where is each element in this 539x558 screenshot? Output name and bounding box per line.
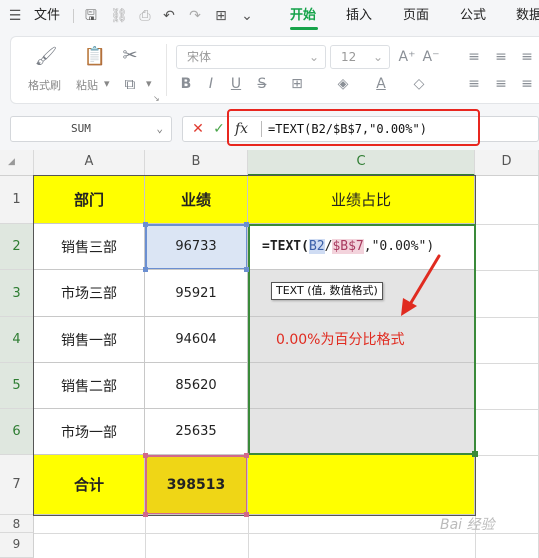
cut-icon[interactable]: ✂ (118, 45, 142, 67)
menu-hamburger-icon[interactable]: ☰ (6, 0, 24, 32)
borders-icon[interactable]: ⊞ (288, 74, 306, 94)
font-name-value: 宋体 (187, 50, 212, 64)
column-header-c[interactable]: C (248, 150, 475, 176)
save-icon[interactable]: 🖫 (82, 0, 100, 32)
gridline (475, 455, 539, 456)
fill-handle[interactable] (472, 451, 478, 457)
watermark: Bai 经验 (440, 517, 495, 533)
name-box-chevron-icon: ⌄ (156, 122, 163, 135)
copy-dropdown-icon[interactable]: ▾ (146, 77, 152, 90)
ref-b2-handle[interactable] (244, 267, 249, 272)
row-header-3[interactable]: 3 (0, 270, 34, 317)
tab-formula[interactable]: 公式 (460, 0, 486, 32)
align-top-icon[interactable]: ≡ (465, 47, 483, 67)
row-header-9[interactable]: 9 (0, 533, 34, 558)
annotation-text: 0.00%为百分比格式 (276, 332, 405, 348)
ref-b7-handle[interactable] (143, 512, 148, 517)
paste-dropdown-icon[interactable]: ▾ (104, 77, 110, 90)
align-center-icon[interactable]: ≡ (492, 74, 510, 94)
gridline (145, 515, 146, 558)
redo-icon[interactable]: ↷ (186, 0, 204, 32)
paste-label[interactable]: 粘贴 (76, 77, 98, 93)
row-header-8[interactable]: 8 (0, 515, 34, 533)
chevron-down-icon[interactable]: ⌄ (238, 0, 256, 32)
ref-b7-handle[interactable] (244, 512, 249, 517)
gridline (475, 317, 539, 318)
row-header-5[interactable]: 5 (0, 363, 34, 409)
row-header-2[interactable]: 2 (0, 224, 34, 270)
undo-icon[interactable]: ↶ (160, 0, 178, 32)
row-header-4[interactable]: 4 (0, 317, 34, 363)
italic-icon[interactable]: I (203, 74, 219, 94)
align-left-icon[interactable]: ≡ (465, 74, 483, 94)
font-color-icon[interactable]: A (372, 74, 390, 94)
decrease-font-icon[interactable]: A⁻ (422, 47, 440, 67)
ref-b7-handle[interactable] (143, 453, 148, 458)
align-bottom-icon[interactable]: ≡ (518, 47, 536, 67)
ref-b7-handle[interactable] (244, 453, 249, 458)
tab-insert[interactable]: 插入 (346, 0, 372, 32)
quick-access-add-icon[interactable]: ⊞ (212, 0, 230, 32)
ref-b2-handle[interactable] (143, 267, 148, 272)
select-all-corner[interactable]: ◢ (0, 150, 34, 176)
link-icon[interactable]: ⛓ (110, 0, 128, 32)
arrow-shaft (407, 254, 441, 308)
format-painter-label[interactable]: 格式刷 (28, 77, 61, 93)
gridline (475, 224, 539, 225)
clipboard-expand-icon[interactable]: ↘ (153, 94, 160, 103)
ref-b2-handle[interactable] (143, 222, 148, 227)
gridline (475, 409, 539, 410)
row-header-1[interactable]: 1 (0, 176, 34, 224)
file-menu[interactable]: 文件 (34, 0, 60, 32)
name-box[interactable]: SUM ⌄ (10, 116, 172, 142)
arrow-head (401, 298, 417, 316)
strikethrough-icon[interactable]: S̶ (254, 74, 270, 94)
row-header-7[interactable]: 7 (0, 455, 34, 515)
ref-b2-handle[interactable] (244, 222, 249, 227)
column-header-b[interactable]: B (145, 150, 248, 176)
row-header-6[interactable]: 6 (0, 409, 34, 455)
align-middle-icon[interactable]: ≡ (492, 47, 510, 67)
function-tooltip: TEXT (值, 数值格式) (271, 282, 383, 300)
gridline (248, 515, 249, 558)
underline-icon[interactable]: U (228, 74, 244, 94)
align-right-icon[interactable]: ≡ (518, 74, 536, 94)
select-all-icon: ◢ (8, 157, 15, 167)
increase-font-icon[interactable]: A⁺ (398, 47, 416, 67)
paste-icon[interactable]: 📋 (83, 46, 107, 68)
font-name-select[interactable]: 宋体 ⌄ (176, 45, 326, 69)
formula-highlight-box (227, 109, 480, 146)
font-size-chevron-icon: ⌄ (372, 50, 383, 64)
tab-home-indicator (290, 27, 318, 30)
ribbon-divider (166, 44, 167, 96)
font-name-chevron-icon: ⌄ (308, 50, 319, 64)
gridline (475, 270, 539, 271)
column-header-d[interactable]: D (475, 150, 539, 176)
name-box-value: SUM (71, 122, 91, 135)
clear-format-icon[interactable]: ◇ (410, 74, 428, 94)
fill-color-icon[interactable]: ◈ (334, 74, 352, 94)
column-header-a[interactable]: A (34, 150, 145, 176)
font-size-select[interactable]: 12 ⌄ (330, 45, 390, 69)
annotation-arrow (401, 254, 441, 316)
tab-data[interactable]: 数据 (516, 0, 539, 32)
cancel-icon[interactable]: ✕ (190, 117, 206, 141)
copy-icon[interactable]: ⧉ (118, 73, 142, 95)
print-preview-icon[interactable]: ⎙ (136, 0, 154, 32)
gridline (475, 363, 539, 364)
font-size-value: 12 (341, 50, 357, 64)
menu-bar (0, 0, 539, 32)
tab-page[interactable]: 页面 (403, 0, 429, 32)
menu-divider (73, 9, 74, 23)
format-painter-icon[interactable]: 🖌 (34, 46, 58, 68)
bold-icon[interactable]: B (178, 74, 194, 94)
confirm-icon[interactable]: ✓ (211, 117, 227, 141)
